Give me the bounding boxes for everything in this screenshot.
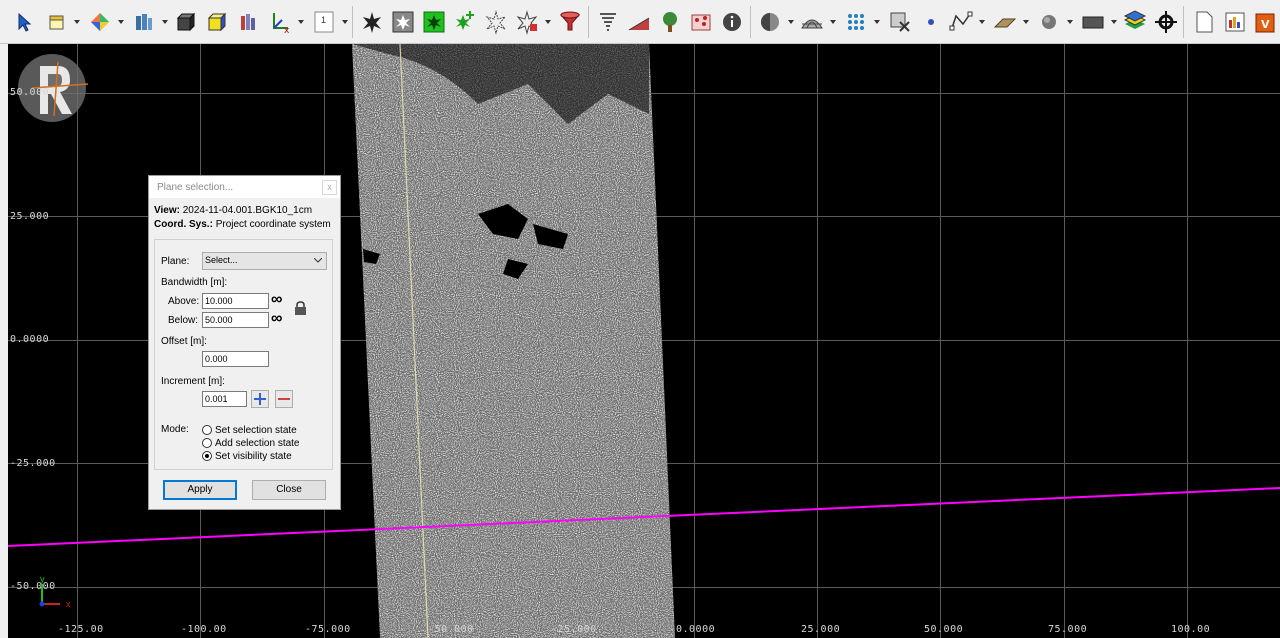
page-one-label: 1 (321, 15, 327, 25)
mode-radio-add-selection[interactable] (202, 438, 212, 448)
layer-stack-icon[interactable] (1121, 8, 1149, 36)
increment-minus-button[interactable] (275, 390, 293, 408)
report-chart-icon[interactable] (1221, 8, 1249, 36)
mode-label: Mode: (161, 424, 189, 435)
info-icon[interactable] (718, 8, 746, 36)
filter-funnel-icon[interactable] (556, 8, 584, 36)
tornado-icon[interactable] (594, 8, 622, 36)
mode-radio-set-selection[interactable] (202, 425, 212, 435)
dialog-title: Plane selection... (157, 182, 234, 193)
x-axis-label: 25.000 (801, 624, 841, 635)
below-input[interactable]: 50.000 (202, 312, 269, 328)
point-grid-icon[interactable] (842, 8, 870, 36)
plane-label: Plane: (161, 256, 190, 267)
half-sphere-icon[interactable] (756, 8, 784, 36)
mode-option-label: Set selection state (215, 425, 297, 436)
increment-input[interactable]: 0.001 (202, 391, 247, 407)
x-axis-label: 50.000 (924, 624, 964, 635)
x-axis-label: -25.000 (551, 624, 597, 635)
above-input[interactable]: 10.000 (202, 293, 269, 309)
infinity-below-icon[interactable]: ∞ (271, 311, 282, 327)
bandwidth-label: Bandwidth [m]: (161, 277, 228, 288)
main-toolbar: x 1 V (0, 0, 1280, 44)
y-axis-label: 0.0000 (10, 334, 50, 345)
y-axis-label: 25.000 (10, 211, 50, 222)
svg-text:x: x (284, 26, 290, 36)
star-edit-icon[interactable] (513, 8, 541, 36)
coord-value: Project coordinate system (215, 219, 331, 230)
page-one-icon[interactable]: 1 (310, 8, 338, 36)
sphere-icon[interactable] (1035, 8, 1063, 36)
dialog-titlebar[interactable]: Plane selection... x (149, 176, 340, 198)
layers-bars-icon[interactable] (235, 8, 263, 36)
above-label: Above: (168, 296, 200, 307)
height-ramp-icon[interactable] (625, 8, 653, 36)
x-axis-label: -50.000 (428, 624, 474, 635)
plus-icon (254, 393, 266, 405)
star-box-icon[interactable] (389, 8, 417, 36)
x-axis-label: -100.00 (181, 624, 227, 635)
below-label: Below: (168, 315, 199, 326)
vector-app-icon[interactable]: V (1252, 8, 1280, 36)
apply-button[interactable]: Apply (163, 480, 237, 500)
left-panel-edge[interactable] (0, 44, 8, 638)
plane-icon[interactable] (991, 8, 1019, 36)
star-green-icon[interactable] (420, 8, 448, 36)
mode-radio-set-visibility[interactable] (202, 451, 212, 461)
select-cursor-icon[interactable] (10, 8, 38, 36)
y-axis-label: 50.000 (10, 87, 50, 98)
axis-x-label: x (66, 599, 71, 609)
x-axis-label: 75.000 (1048, 624, 1088, 635)
mode-option-label: Set visibility state (215, 451, 292, 462)
axis-xyz-icon[interactable]: x (266, 8, 294, 36)
offset-label: Offset [m]: (161, 336, 207, 347)
star-outline-icon[interactable] (482, 8, 510, 36)
chevron-down-icon (314, 258, 322, 263)
view-label: View: (154, 205, 180, 216)
star-burst-icon[interactable] (358, 8, 386, 36)
increment-plus-button[interactable] (251, 390, 269, 408)
mode-option-label: Add selection state (215, 438, 300, 449)
x-axis-label: 100.00 (1171, 624, 1211, 635)
x-axis-label: -125.00 (58, 624, 104, 635)
rectangle-icon[interactable] (1079, 8, 1107, 36)
svg-text:V: V (1261, 18, 1270, 31)
lock-icon[interactable] (294, 301, 307, 316)
select-remove-icon[interactable] (886, 8, 914, 36)
map-pins-icon[interactable] (687, 8, 715, 36)
close-icon[interactable]: x (322, 180, 337, 195)
offset-input[interactable]: 0.000 (202, 351, 269, 367)
document-edit-icon[interactable] (1190, 8, 1218, 36)
crosshair-icon[interactable] (1152, 8, 1180, 36)
infinity-above-icon[interactable]: ∞ (271, 292, 282, 308)
tree-icon[interactable] (656, 8, 684, 36)
x-axis-label: 0.0000 (676, 624, 716, 635)
cube-dark-icon[interactable] (172, 8, 200, 36)
box-view-icon[interactable] (43, 8, 71, 36)
plane-selection-dialog: Plane selection... x View: 2024-11-04.00… (148, 175, 341, 510)
mesh-dome-icon[interactable] (798, 8, 826, 36)
minus-icon (278, 398, 290, 400)
cube-yellow-icon[interactable] (203, 8, 231, 36)
star-add-icon[interactable] (451, 8, 479, 36)
y-axis-label: -25.000 (10, 458, 56, 469)
dataset-filter-icon[interactable] (130, 8, 158, 36)
view-value: 2024-11-04.001.BGK10_1cm (182, 205, 313, 216)
color-mode-icon[interactable] (86, 8, 114, 36)
view-info: View: 2024-11-04.001.BGK10_1cm (154, 205, 312, 216)
close-button[interactable]: Close (252, 480, 326, 500)
coord-info: Coord. Sys.: Project coordinate system (154, 219, 331, 230)
plane-select[interactable]: Select... (202, 252, 327, 270)
coord-label: Coord. Sys.: (154, 219, 213, 230)
x-axis-label: -75.000 (305, 624, 351, 635)
plane-select-value: Select... (205, 255, 238, 265)
point-dot-icon[interactable] (917, 8, 945, 36)
polyline-icon[interactable] (947, 8, 975, 36)
increment-label: Increment [m]: (161, 376, 225, 387)
axis-y-label: y (40, 574, 45, 584)
